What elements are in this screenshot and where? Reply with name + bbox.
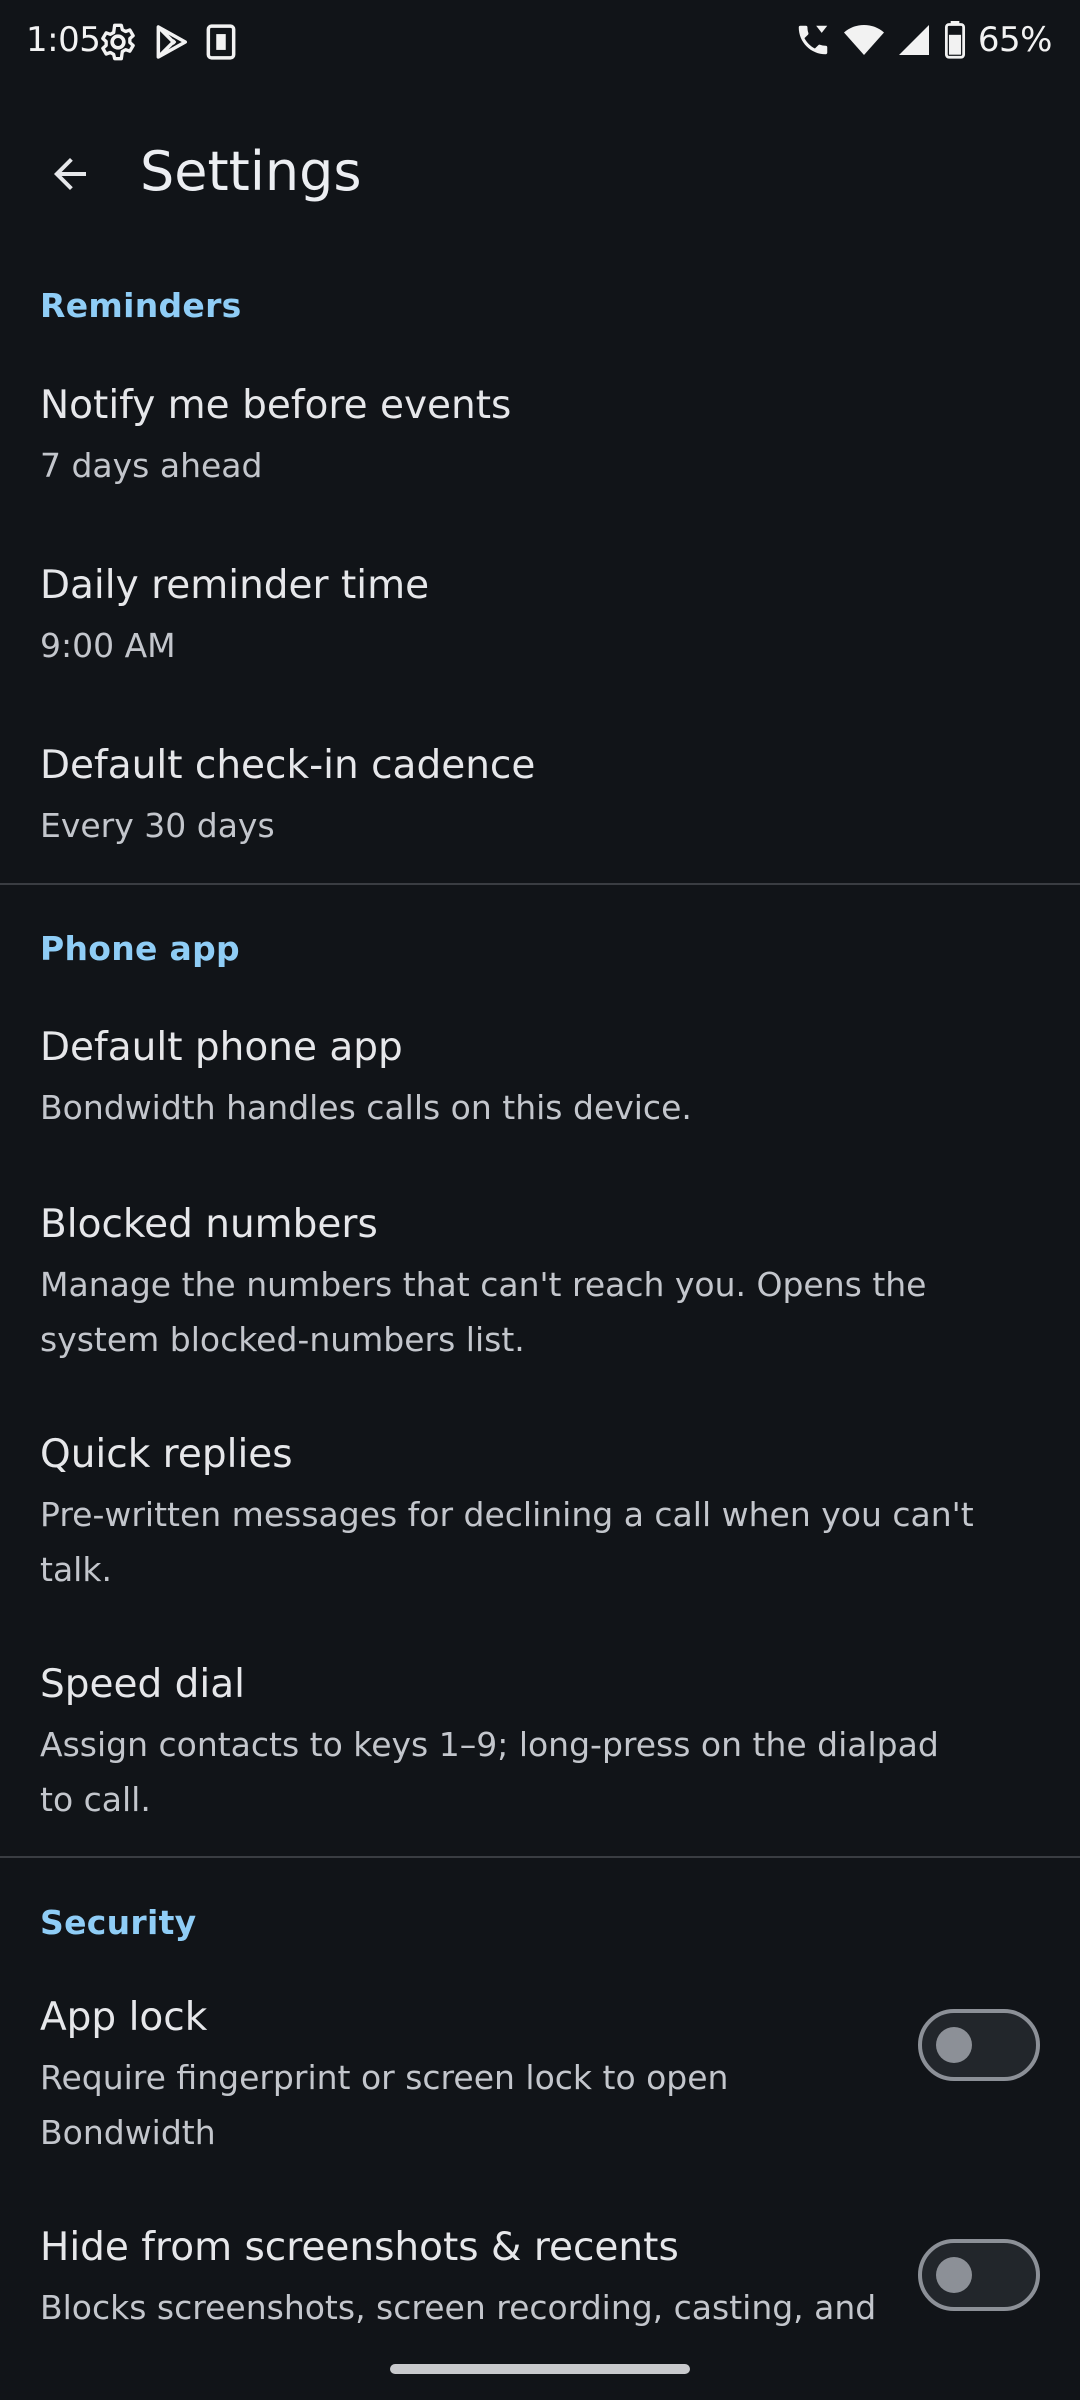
pref-speed-dial[interactable]: Speed dial Assign contacts to keys 1–9; … bbox=[0, 1659, 1080, 1839]
section-divider bbox=[0, 1856, 1080, 1858]
pref-summary: Every 30 days bbox=[40, 806, 275, 845]
signal-icon bbox=[898, 25, 929, 55]
hide-from-screenshots-toggle[interactable] bbox=[918, 2239, 1040, 2311]
pref-summary: Bondwidth handles calls on this device. bbox=[40, 1088, 692, 1127]
pref-summary: Require fingerprint or screen lock to op… bbox=[40, 2058, 729, 2152]
play-store-icon bbox=[156, 25, 187, 59]
section-header-security: Security bbox=[40, 1903, 197, 1942]
toggle-knob bbox=[936, 2257, 972, 2293]
status-time: 1:05 bbox=[26, 20, 101, 60]
top-app-bar: Settings bbox=[0, 110, 1080, 230]
app-lock-toggle[interactable] bbox=[918, 2009, 1040, 2081]
pref-summary: Manage the numbers that can't reach you.… bbox=[40, 1265, 927, 1359]
gear-icon bbox=[101, 23, 135, 61]
pref-summary: Assign contacts to keys 1–9; long-press … bbox=[40, 1725, 939, 1819]
section-header-phone-app: Phone app bbox=[40, 929, 240, 968]
back-button[interactable] bbox=[32, 136, 108, 212]
wifi-calling-icon bbox=[798, 25, 828, 55]
pref-title: Speed dial bbox=[40, 1662, 245, 1707]
pref-summary: Blocks screenshots, screen recording, ca… bbox=[40, 2288, 877, 2327]
battery-icon bbox=[944, 21, 965, 59]
pref-title: Blocked numbers bbox=[40, 1202, 378, 1247]
pref-title: Notify me before events bbox=[40, 383, 512, 428]
pref-default-check-in-cadence[interactable]: Default check-in cadence Every 30 days bbox=[0, 740, 1080, 870]
pref-default-phone-app[interactable]: Default phone app Bondwidth handles call… bbox=[0, 1022, 1080, 1152]
pref-title: Quick replies bbox=[40, 1432, 293, 1477]
arrow-back-icon bbox=[54, 158, 86, 190]
pref-app-lock[interactable]: App lock Require fingerprint or screen l… bbox=[0, 1992, 1080, 2172]
status-system-icons: 65% bbox=[794, 20, 1053, 60]
sim-card-icon bbox=[206, 24, 236, 60]
pref-daily-reminder-time[interactable]: Daily reminder time 9:00 AM bbox=[0, 560, 1080, 690]
toggle-knob bbox=[936, 2027, 972, 2063]
pref-quick-replies[interactable]: Quick replies Pre-written messages for d… bbox=[0, 1429, 1080, 1609]
battery-percentage: 65% bbox=[977, 20, 1053, 60]
pref-blocked-numbers[interactable]: Blocked numbers Manage the numbers that … bbox=[0, 1199, 1080, 1379]
wifi-icon bbox=[843, 25, 884, 55]
section-header-reminders: Reminders bbox=[40, 286, 242, 325]
status-notification-icons bbox=[98, 22, 238, 62]
pref-notify-before-events[interactable]: Notify me before events 7 days ahead bbox=[0, 380, 1080, 510]
pref-summary: Pre-written messages for declining a cal… bbox=[40, 1495, 974, 1589]
pref-title: Daily reminder time bbox=[40, 563, 430, 608]
pref-summary: 7 days ahead bbox=[40, 446, 263, 485]
section-divider bbox=[0, 883, 1080, 885]
page-title: Settings bbox=[140, 140, 362, 203]
pref-title: Default phone app bbox=[40, 1025, 403, 1070]
pref-title: App lock bbox=[40, 1995, 208, 2040]
pref-summary: 9:00 AM bbox=[40, 626, 176, 665]
status-bar: 1:05 65% bbox=[0, 0, 1080, 88]
gesture-nav-handle[interactable] bbox=[390, 2364, 690, 2374]
pref-title: Default check-in cadence bbox=[40, 743, 536, 788]
pref-title: Hide from screenshots & recents bbox=[40, 2225, 679, 2270]
pref-hide-from-screenshots[interactable]: Hide from screenshots & recents Blocks s… bbox=[0, 2222, 1080, 2352]
